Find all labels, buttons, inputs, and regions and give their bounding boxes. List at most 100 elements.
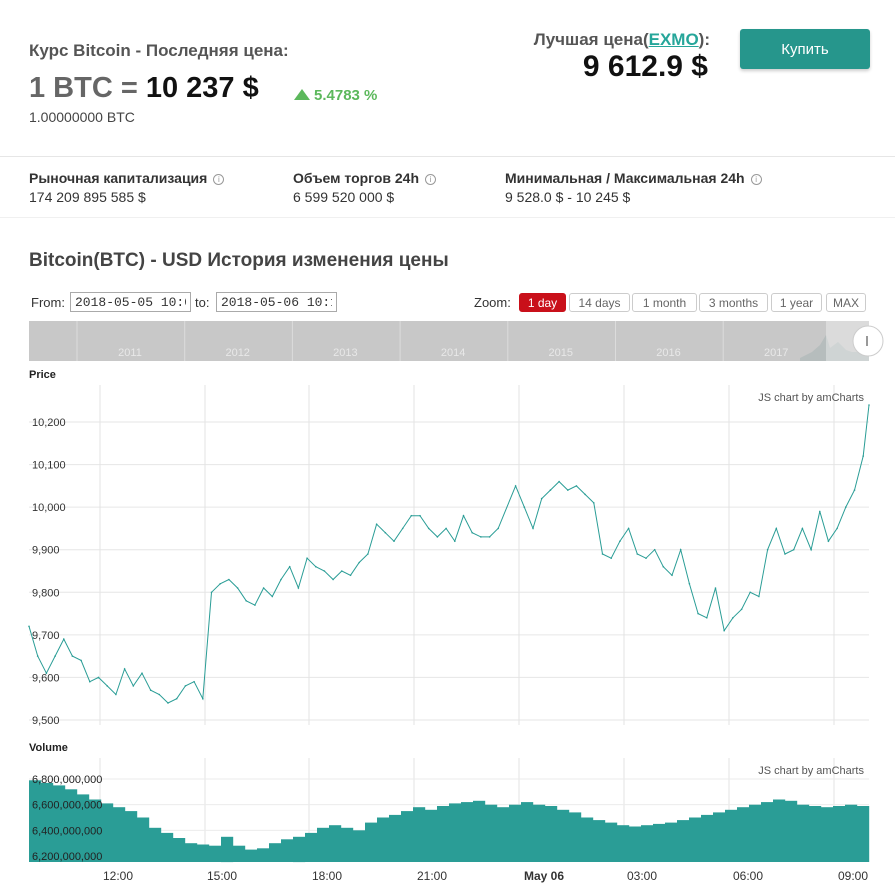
volume-bar [257,848,270,862]
price-data-point [375,523,378,525]
xtick-label: 18:00 [312,869,342,883]
volume-bar [653,823,666,862]
price-data-point [671,574,673,577]
volume-bar [773,799,786,862]
price-data-point [636,553,639,555]
price-ytick-label: 9,800 [32,587,60,599]
price-data-point [862,455,864,457]
volume-bar [425,809,438,862]
xtick-label: 15:00 [207,869,237,883]
price-data-point [280,578,282,581]
price-data-point [714,587,717,589]
price-data-point [845,506,847,508]
xtick-label: 06:00 [733,869,763,883]
price-data-point [106,685,108,687]
price-data-point [36,655,39,657]
price-data-point [819,510,821,513]
volume-ytick-label: 6,600,000,000 [32,800,102,812]
xtick-label: 21:00 [417,869,447,883]
price-data-point [132,685,135,687]
price-data-point [480,536,482,538]
price-data-point [410,514,413,517]
navigator-year-label: 2012 [225,347,249,359]
volume-bar [329,825,342,862]
price-data-point [184,685,187,687]
navigator-year-label: 2016 [656,347,680,359]
price-data-point [868,404,870,406]
price-plot-area [29,385,869,725]
price-ytick-label: 9,900 [32,545,60,557]
navigator-year-label: 2015 [549,347,573,359]
price-data-point [115,693,117,696]
price-data-point [853,489,856,491]
price-data-point [219,583,221,585]
price-data-point [254,604,256,606]
volume-bar [545,806,558,862]
volume-bar [137,817,150,862]
price-chart-svg: 2011 2012 2013 2014 2015 2016 2017 Price 9,500 9,… [28,321,884,883]
price-data-point [315,565,317,568]
price-data-point [706,617,708,619]
price-data-point [158,693,161,696]
price-data-point [749,591,751,594]
price-data-point [723,629,725,632]
volume-bar [149,827,162,862]
price-ytick-label: 9,600 [32,672,60,684]
volume-bar [557,809,570,862]
price-data-point [810,548,812,551]
price-data-point [97,676,100,679]
volume-bar [317,827,330,862]
price-data-point [645,557,647,559]
volume-bar [689,817,702,862]
price-data-point [367,553,369,555]
price-data-point [71,655,74,657]
navigator-year-label: 2011 [118,347,142,359]
volume-bar [101,803,114,862]
price-data-point [575,485,578,487]
volume-ytick-label: 6,200,000,000 [32,851,102,863]
volume-bar [209,845,222,862]
volume-bar [293,836,306,863]
price-data-point [653,548,656,551]
volume-bar [857,806,870,862]
volume-bar [641,825,654,862]
volume-bar [437,806,450,862]
volume-bar [749,804,762,862]
volume-bar [629,826,642,862]
volume-bar [233,845,246,862]
price-data-point [697,612,699,615]
price-data-point [306,557,308,559]
price-data-point [358,561,361,564]
price-data-point [123,668,126,670]
price-data-point [271,595,274,598]
price-data-point [245,600,247,602]
volume-bar [569,812,582,862]
price-data-point [436,536,439,538]
price-data-point [584,493,586,496]
volume-bar [581,817,594,862]
price-data-point [784,553,786,555]
price-data-point [323,570,326,572]
xtick-label: 09:00 [838,869,868,883]
price-data-point [210,591,213,594]
volume-bar [821,807,834,862]
volume-bar [533,804,546,862]
volume-bar [269,843,282,862]
navigator-handle-grip [866,336,868,346]
price-data-point [758,595,760,598]
volume-bar [245,849,258,862]
price-data-point [732,617,734,619]
price-data-point [427,527,430,530]
volume-bar [845,804,858,862]
volume-bar [461,802,474,862]
volume-bar [593,820,606,862]
volume-bar [809,806,822,862]
price-data-point [393,540,395,542]
volume-bar [785,800,798,862]
price-data-point [445,527,447,530]
xtick-label: 03:00 [627,869,657,883]
volume-bar [509,804,522,862]
price-data-point [141,672,143,674]
price-data-point [766,548,769,551]
price-data-point [827,540,830,542]
